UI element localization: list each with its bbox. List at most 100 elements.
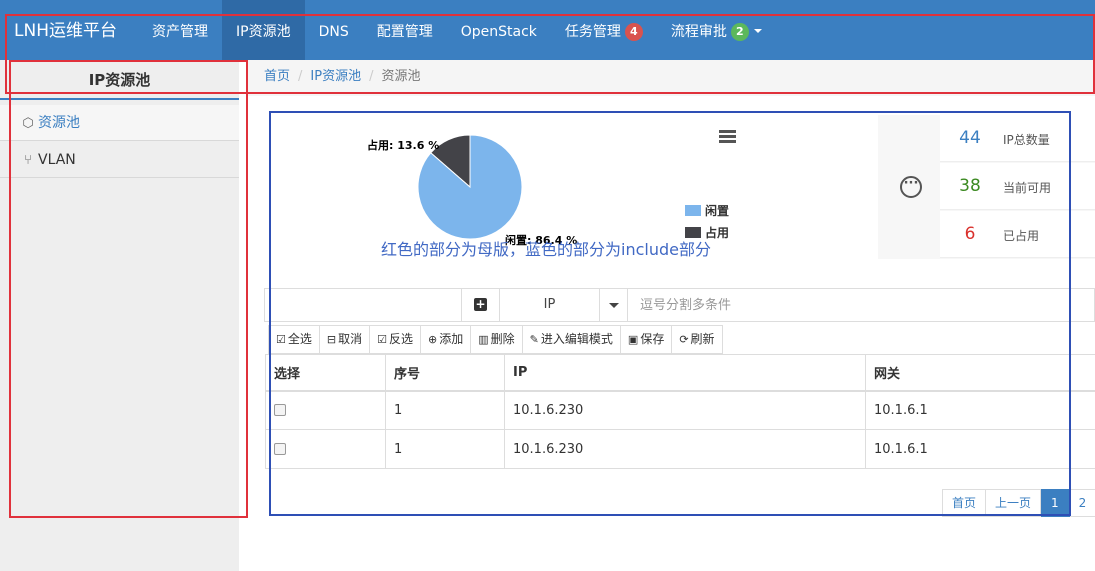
pagination: 首页 上一页 1 2 <box>942 489 1095 517</box>
trash-icon: ▥ <box>478 333 489 346</box>
stat-used-value: 6 <box>964 224 976 244</box>
checkbox-checked-icon: ☑ <box>276 333 286 346</box>
refresh-label: 刷新 <box>690 332 715 346</box>
row-gateway: 10.1.6.1 <box>865 429 1095 469</box>
header-index: 序号 <box>385 354 505 392</box>
sidebar-item-pool[interactable]: ⬡ 资源池 <box>0 105 239 141</box>
stat-total-label: IP总数量 <box>1003 133 1050 147</box>
header-gateway: 网关 <box>865 354 1095 392</box>
sidebar: IP资源池 ⬡ 资源池 ⑂ VLAN <box>0 60 239 571</box>
save-button[interactable]: ▣ 保存 <box>620 325 673 354</box>
more-icon: ··· <box>900 176 922 198</box>
stat-used-label: 已占用 <box>1003 229 1040 243</box>
nav-dns-label: DNS <box>318 24 349 40</box>
breadcrumb-current: 资源池 <box>381 69 421 84</box>
row-index: 1 <box>385 429 505 469</box>
ip-table: 选择 序号 IP 网关 1 10.1.6.230 10.1.6.1 1 10.1… <box>265 354 1095 469</box>
top-navbar: LNH运维平台 资产管理 IP资源池 DNS 配置管理 OpenStack 任务… <box>0 0 1095 60</box>
table-header-row: 选择 序号 IP 网关 <box>265 354 1095 392</box>
sidebar-item-vlan[interactable]: ⑂ VLAN <box>0 142 239 178</box>
select-all-button[interactable]: ☑ 全选 <box>268 325 320 354</box>
stat-available-value: 38 <box>959 176 981 196</box>
caret-down-icon <box>609 303 619 308</box>
fork-icon: ⑂ <box>24 153 32 168</box>
nav-ip-pool[interactable]: IP资源池 <box>222 0 305 60</box>
row-select-cell <box>265 429 386 469</box>
checkbox-checked-icon: ☑ <box>377 333 387 346</box>
page-2-button[interactable]: 2 <box>1069 489 1095 517</box>
nav-tasks[interactable]: 任务管理 4 <box>551 0 657 60</box>
nav-approval-label: 流程审批 <box>670 24 727 40</box>
sidebar-item-pool-label: 资源池 <box>38 115 80 131</box>
edit-icon: ✎ <box>529 333 539 346</box>
breadcrumb-home[interactable]: 首页 <box>264 69 290 84</box>
stats-panel: ··· 44 IP总数量 38 当前可用 6 已占用 <box>878 115 1095 259</box>
sidebar-item-vlan-label: VLAN <box>38 152 76 168</box>
header-select: 选择 <box>265 354 386 392</box>
legend-label-idle: 闲置 <box>705 204 730 218</box>
stat-available: 38 当前可用 <box>940 163 1095 210</box>
page-prev-button[interactable]: 上一页 <box>986 489 1042 517</box>
breadcrumb-separator: / <box>369 69 374 84</box>
nav-tasks-label: 任务管理 <box>564 24 621 40</box>
save-label: 保存 <box>640 332 665 346</box>
pie-label-used: 占用: 13.6 % <box>367 139 440 152</box>
sidebar-title: IP资源池 <box>0 60 239 100</box>
annotation-text: 红色的部分为母版，蓝色的部分为include部分 <box>381 240 711 259</box>
tasks-count-badge: 4 <box>624 23 643 41</box>
approval-count-badge: 2 <box>730 23 749 41</box>
table-row: 1 10.1.6.230 10.1.6.1 <box>265 429 1095 469</box>
page-1-button[interactable]: 1 <box>1041 489 1070 517</box>
cancel-button[interactable]: ⊟ 取消 <box>319 325 371 354</box>
breadcrumb-ip-pool[interactable]: IP资源池 <box>310 69 361 84</box>
header-ip: IP <box>504 354 866 392</box>
hexagon-icon: ⬡ <box>22 116 34 131</box>
page-first-button[interactable]: 首页 <box>942 489 987 517</box>
cancel-label: 取消 <box>338 332 363 346</box>
row-ip: 10.1.6.230 <box>504 429 866 469</box>
add-condition-button[interactable]: + <box>461 289 499 321</box>
row-ip: 10.1.6.230 <box>504 390 866 430</box>
nav-dns[interactable]: DNS <box>305 0 363 60</box>
row-checkbox[interactable] <box>274 443 286 455</box>
search-field-select[interactable]: IP <box>499 289 599 321</box>
invert-selection-button[interactable]: ☑ 反选 <box>370 325 422 354</box>
table-row: 1 10.1.6.230 10.1.6.1 <box>265 390 1095 430</box>
brand-logo[interactable]: LNH运维平台 <box>14 0 117 62</box>
row-checkbox[interactable] <box>274 404 286 417</box>
search-input[interactable] <box>627 289 1094 321</box>
search-bar: + IP <box>264 288 1095 322</box>
nav-openstack[interactable]: OpenStack <box>447 0 551 60</box>
main-nav: 资产管理 IP资源池 DNS 配置管理 OpenStack 任务管理 4 流程审批… <box>138 0 776 60</box>
row-gateway: 10.1.6.1 <box>865 390 1095 430</box>
row-select-cell <box>265 390 386 430</box>
chart-menu-icon[interactable] <box>719 130 736 145</box>
row-index: 1 <box>385 390 505 430</box>
breadcrumb: 首页 / IP资源池 / 资源池 <box>248 60 1095 96</box>
plus-circle-icon: ⊕ <box>428 333 438 346</box>
add-label: 添加 <box>439 332 464 346</box>
chevron-down-icon <box>753 29 762 33</box>
nav-config[interactable]: 配置管理 <box>363 0 447 60</box>
refresh-icon: ⟳ <box>679 333 689 346</box>
nav-assets[interactable]: 资产管理 <box>138 0 222 60</box>
nav-assets-label: 资产管理 <box>152 24 208 40</box>
edit-mode-button[interactable]: ✎ 进入编辑模式 <box>522 325 621 354</box>
add-button[interactable]: ⊕ 添加 <box>421 325 472 354</box>
legend-item-idle[interactable]: 闲置 <box>685 202 729 219</box>
save-icon: ▣ <box>627 333 639 346</box>
nav-approval[interactable]: 流程审批 2 <box>657 0 776 60</box>
breadcrumb-separator: / <box>298 69 303 84</box>
action-toolbar: ☑ 全选 ⊟ 取消 ☑ 反选 ⊕ 添加 ▥ 删除 ✎ 进入编辑模式 ▣ 保存 ⟳ 刷新 <box>268 325 723 354</box>
stat-available-label: 当前可用 <box>1003 181 1052 195</box>
delete-button[interactable]: ▥ 删除 <box>471 325 523 354</box>
refresh-button[interactable]: ⟳ 刷新 <box>672 325 723 354</box>
nav-openstack-label: OpenStack <box>460 24 537 40</box>
delete-label: 删除 <box>490 332 515 346</box>
edit-mode-label: 进入编辑模式 <box>540 332 613 346</box>
stat-total: 44 IP总数量 <box>940 115 1095 162</box>
select-all-label: 全选 <box>287 332 312 346</box>
search-field-dropdown[interactable] <box>599 289 627 321</box>
plus-icon: + <box>474 297 487 311</box>
nav-config-label: 配置管理 <box>376 24 433 40</box>
